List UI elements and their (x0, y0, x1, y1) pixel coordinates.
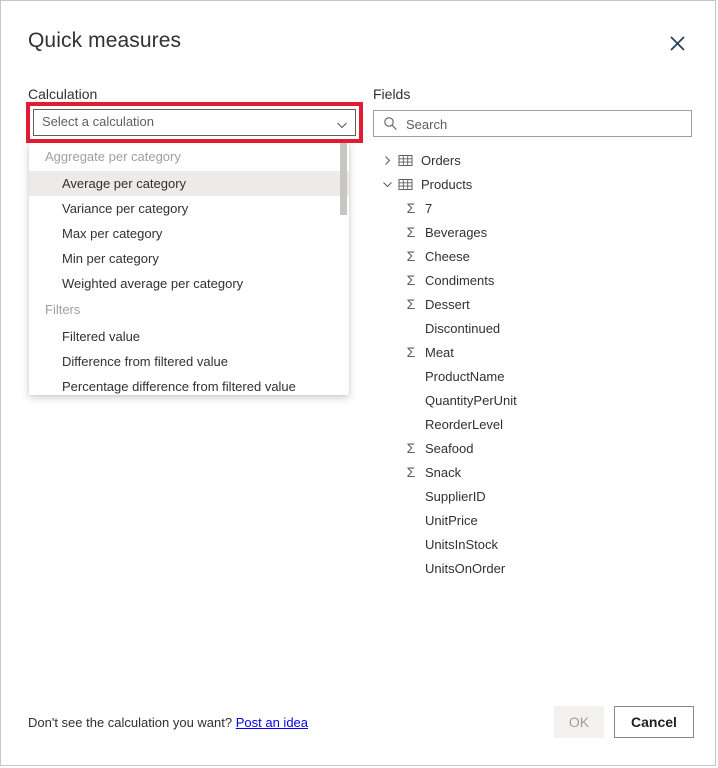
dropdown-option[interactable]: Difference from filtered value (29, 349, 349, 374)
tree-measure-row[interactable]: Σ Snack (373, 460, 693, 484)
cancel-button[interactable]: Cancel (614, 706, 694, 738)
tree-measure-row[interactable]: Σ Cheese (373, 244, 693, 268)
search-icon (383, 116, 398, 131)
tree-item-label: SupplierID (425, 489, 486, 504)
dropdown-group-header: Aggregate per category (29, 143, 349, 171)
close-icon (670, 36, 685, 51)
dropdown-option[interactable]: Percentage difference from filtered valu… (29, 374, 349, 395)
dropdown-option[interactable]: Min per category (29, 246, 349, 271)
footer-note-text: Don't see the calculation you want? (28, 715, 232, 730)
tree-item-label: Condiments (425, 273, 494, 288)
tree-item-label: Snack (425, 465, 461, 480)
post-an-idea-link[interactable]: Post an idea (236, 715, 308, 730)
fields-search-box[interactable] (373, 110, 692, 137)
ok-button[interactable]: OK (554, 706, 604, 738)
tree-column-row[interactable]: QuantityPerUnit (373, 388, 693, 412)
tree-item-label: UnitPrice (425, 513, 478, 528)
tree-column-row[interactable]: UnitsInStock (373, 532, 693, 556)
tree-column-row[interactable]: SupplierID (373, 484, 693, 508)
dropdown-option[interactable]: Filtered value (29, 324, 349, 349)
fields-label: Fields (373, 86, 410, 102)
tree-item-label: QuantityPerUnit (425, 393, 517, 408)
calculation-label: Calculation (28, 86, 97, 102)
tree-item-label: Beverages (425, 225, 487, 240)
table-icon (397, 152, 414, 169)
tree-item-label: UnitsOnOrder (425, 561, 505, 576)
tree-measure-row[interactable]: Σ7 (373, 196, 693, 220)
tree-item-label: Products (421, 177, 472, 192)
sigma-icon: Σ (403, 200, 419, 216)
tree-item-label: ReorderLevel (425, 417, 503, 432)
tree-item-label: Meat (425, 345, 454, 360)
calculation-combobox-value: Select a calculation (42, 114, 154, 129)
sigma-icon: Σ (403, 248, 419, 264)
footer-note: Don't see the calculation you want? Post… (28, 715, 308, 730)
tree-table-row[interactable]: Orders (373, 148, 693, 172)
tree-item-label: Dessert (425, 297, 470, 312)
chevron-down-icon[interactable] (379, 176, 395, 192)
dropdown-scrollbar-thumb[interactable] (340, 143, 347, 215)
dropdown-option[interactable]: Weighted average per category (29, 271, 349, 296)
tree-item-label: Cheese (425, 249, 470, 264)
sigma-icon: Σ (403, 296, 419, 312)
tree-column-row[interactable]: UnitPrice (373, 508, 693, 532)
tree-measure-row[interactable]: Σ Dessert (373, 292, 693, 316)
chevron-down-icon (336, 118, 348, 130)
dropdown-option[interactable]: Max per category (29, 221, 349, 246)
sigma-icon: Σ (403, 224, 419, 240)
dialog-header: Quick measures (1, 1, 715, 73)
calculation-dropdown-list[interactable]: Aggregate per categoryAverage per catego… (29, 143, 349, 395)
fields-tree: OrdersProductsΣ7ΣBeveragesΣCheeseΣCondim… (373, 148, 693, 678)
dropdown-option[interactable]: Variance per category (29, 196, 349, 221)
dropdown-option[interactable]: Average per category (29, 171, 349, 196)
close-button[interactable] (661, 27, 693, 59)
tree-measure-row[interactable]: Σ Beverages (373, 220, 693, 244)
tree-table-row[interactable]: Products (373, 172, 693, 196)
search-input[interactable] (404, 111, 688, 138)
tree-column-row[interactable]: Discontinued (373, 316, 693, 340)
tree-column-row[interactable]: ReorderLevel (373, 412, 693, 436)
tree-measure-row[interactable]: Σ Condiments (373, 268, 693, 292)
tree-item-label: Discontinued (425, 321, 500, 336)
sigma-icon: Σ (403, 464, 419, 480)
tree-measure-row[interactable]: Σ Seafood (373, 436, 693, 460)
sigma-icon: Σ (403, 344, 419, 360)
page-title: Quick measures (28, 29, 181, 53)
tree-column-row[interactable]: ProductName (373, 364, 693, 388)
tree-item-label: 7 (425, 201, 432, 216)
quick-measures-dialog: Quick measures Calculation Select a calc… (0, 0, 716, 766)
tree-item-label: Orders (421, 153, 461, 168)
table-icon (397, 176, 414, 193)
tree-item-label: Seafood (425, 441, 473, 456)
tree-measure-row[interactable]: Σ Meat (373, 340, 693, 364)
tree-item-label: ProductName (425, 369, 504, 384)
calculation-combobox[interactable]: Select a calculation (33, 109, 356, 136)
tree-item-label: UnitsInStock (425, 537, 498, 552)
calculation-dropdown: Aggregate per categoryAverage per catego… (29, 143, 349, 395)
dropdown-group-header: Filters (29, 296, 349, 324)
sigma-icon: Σ (403, 440, 419, 456)
sigma-icon: Σ (403, 272, 419, 288)
chevron-right-icon[interactable] (379, 152, 395, 168)
tree-column-row[interactable]: UnitsOnOrder (373, 556, 693, 580)
